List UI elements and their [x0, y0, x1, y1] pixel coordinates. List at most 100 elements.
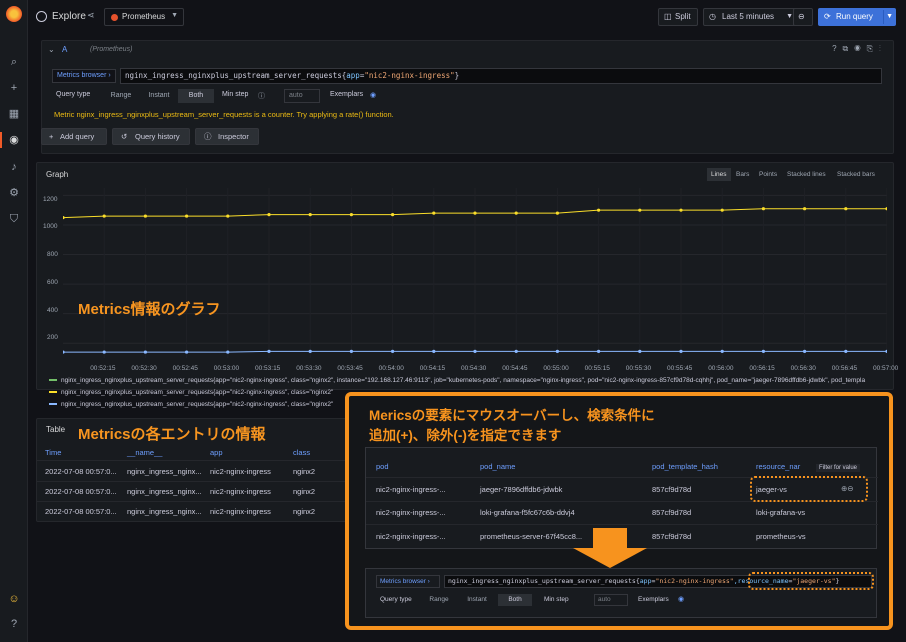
add-query-label: Add query	[60, 132, 95, 141]
query-editor[interactable]: nginx_ingress_nginxplus_upstream_server_…	[120, 68, 882, 84]
legend-item[interactable]: nginx_ingress_nginxplus_upstream_server_…	[49, 401, 333, 408]
chevron-down-icon[interactable]: ▼	[886, 8, 893, 26]
data-point[interactable]	[720, 208, 724, 212]
data-point[interactable]	[597, 349, 601, 353]
data-point[interactable]	[638, 349, 642, 353]
data-point[interactable]	[102, 350, 106, 354]
data-point[interactable]	[226, 350, 230, 354]
data-point[interactable]	[514, 211, 518, 215]
add-query-button[interactable]: + Add query	[41, 128, 107, 145]
x-tick: 00:56:00	[708, 365, 734, 372]
data-point[interactable]	[885, 207, 887, 211]
query-history-button[interactable]: ↺ Query history	[112, 128, 190, 145]
data-point[interactable]	[803, 349, 807, 353]
data-point[interactable]	[844, 207, 848, 211]
column-header-resource-name[interactable]: resource_nar	[756, 462, 800, 471]
data-point[interactable]	[267, 213, 271, 217]
data-point[interactable]	[349, 213, 353, 217]
data-point[interactable]	[844, 349, 848, 353]
table-cell: nginx2	[293, 507, 316, 516]
column-header-name[interactable]: __name__	[127, 448, 162, 457]
data-point[interactable]	[63, 350, 65, 354]
data-point[interactable]	[143, 350, 147, 354]
split-button[interactable]: ◫ Split	[658, 8, 698, 26]
view-stacked-lines[interactable]: Stacked lines	[783, 168, 830, 181]
search-icon[interactable]: ⌕	[7, 55, 21, 69]
column-header-pod-template-hash[interactable]: pod_template_hash	[652, 462, 718, 471]
data-point[interactable]	[226, 214, 230, 218]
time-picker[interactable]: ◷ Last 5 minutes ▼	[703, 8, 799, 26]
plus-icon[interactable]: +	[7, 81, 21, 95]
legend-item[interactable]: nginx_ingress_nginxplus_upstream_server_…	[49, 389, 333, 396]
dashboards-icon[interactable]: ▦	[7, 107, 21, 121]
data-point[interactable]	[885, 349, 887, 353]
query-type-both[interactable]: Both	[178, 89, 214, 103]
help-icon[interactable]: ?	[7, 617, 21, 631]
query-type-range[interactable]: Range	[422, 594, 456, 606]
view-bars[interactable]: Bars	[732, 168, 753, 181]
data-point[interactable]	[185, 214, 189, 218]
run-query-button[interactable]: ⟳ Run query ▼	[818, 8, 896, 26]
view-points[interactable]: Points	[755, 168, 781, 181]
data-point[interactable]	[597, 208, 601, 212]
data-point[interactable]	[638, 208, 642, 212]
data-point[interactable]	[102, 214, 106, 218]
data-point[interactable]	[432, 211, 436, 215]
data-point[interactable]	[391, 349, 395, 353]
metrics-browser-button[interactable]: Metrics browser ›	[52, 69, 116, 83]
data-point[interactable]	[308, 349, 312, 353]
query-type-range[interactable]: Range	[102, 89, 140, 103]
gear-icon[interactable]: ⚙	[7, 186, 21, 200]
column-header-class[interactable]: class	[293, 448, 310, 457]
query-type-both[interactable]: Both	[498, 594, 532, 606]
grafana-logo[interactable]	[6, 6, 22, 22]
eye-icon[interactable]: ◉	[678, 595, 684, 603]
alert-bell-icon[interactable]: ♪	[7, 160, 21, 174]
column-header-app[interactable]: app	[210, 448, 223, 457]
data-point[interactable]	[514, 349, 518, 353]
data-point[interactable]	[761, 349, 766, 353]
min-step-input[interactable]: auto	[594, 594, 628, 606]
data-point[interactable]	[555, 349, 559, 353]
zoom-out-button[interactable]: ⊖	[793, 8, 813, 26]
data-point[interactable]	[63, 215, 65, 220]
collapse-chevron-icon[interactable]: ⌄	[48, 45, 55, 54]
query-row-actions[interactable]: ?⧉◉⎘⋮	[832, 44, 887, 54]
data-point[interactable]	[267, 349, 271, 353]
data-point[interactable]	[143, 214, 147, 218]
data-point[interactable]	[473, 211, 477, 215]
metrics-browser-button[interactable]: Metrics browser ›	[376, 575, 440, 588]
share-icon[interactable]: ⋖	[87, 10, 95, 21]
data-point[interactable]	[473, 349, 477, 353]
column-header-time[interactable]: Time	[45, 448, 61, 457]
data-point[interactable]	[720, 349, 724, 353]
shield-icon[interactable]: ⛉	[7, 212, 21, 226]
view-stacked-bars[interactable]: Stacked bars	[833, 168, 879, 181]
column-header-pod-name[interactable]: pod_name	[480, 462, 515, 471]
avatar[interactable]: ☺	[7, 592, 21, 606]
data-point[interactable]	[761, 207, 766, 211]
query-type-instant[interactable]: Instant	[460, 594, 494, 606]
data-point[interactable]	[349, 349, 353, 353]
explore-icon[interactable]: ◉	[7, 133, 21, 147]
view-lines[interactable]: Lines	[707, 168, 731, 181]
data-point[interactable]	[308, 213, 312, 217]
column-header-pod[interactable]: pod	[376, 462, 389, 471]
query-type-instant[interactable]: Instant	[140, 89, 178, 103]
query-letter[interactable]: A	[62, 45, 67, 54]
data-point[interactable]	[185, 350, 189, 354]
min-step-input[interactable]: auto	[284, 89, 320, 103]
data-point[interactable]	[432, 349, 436, 353]
data-point[interactable]	[679, 208, 683, 212]
inspector-button[interactable]: ⓘ Inspector	[195, 128, 259, 145]
data-point[interactable]	[803, 207, 807, 211]
data-point[interactable]	[555, 211, 559, 215]
legend-label: nginx_ingress_nginxplus_upstream_server_…	[61, 389, 334, 396]
eye-icon[interactable]: ◉	[370, 91, 376, 99]
legend-item[interactable]: nginx_ingress_nginxplus_upstream_server_…	[49, 377, 865, 384]
data-point[interactable]	[391, 213, 395, 217]
data-point[interactable]	[679, 349, 683, 353]
info-icon[interactable]: ⓘ	[258, 91, 265, 101]
datasource-picker[interactable]: Prometheus ▼	[104, 8, 184, 26]
table-cell: 857cf9d78d	[652, 532, 692, 541]
